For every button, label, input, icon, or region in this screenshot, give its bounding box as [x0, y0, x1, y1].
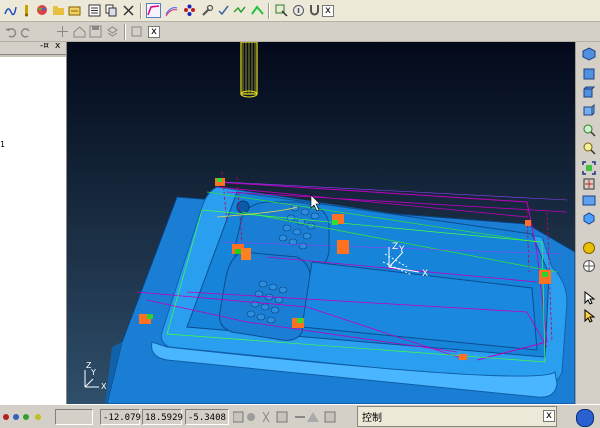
green-path-icon[interactable] — [232, 3, 247, 18]
list-icon[interactable] — [87, 3, 102, 18]
layers-icon[interactable] — [105, 24, 120, 39]
main-toolbar: x — [0, 0, 600, 22]
left-panel-header: -¤ x — [0, 41, 66, 55]
delete-icon[interactable] — [121, 3, 136, 18]
status-grip-icon — [2, 411, 52, 426]
view-iso-icon[interactable] — [580, 46, 597, 62]
magnet-icon[interactable] — [307, 3, 322, 18]
coord-y-field: 18.5929 — [142, 409, 183, 425]
wrench-icon[interactable] — [200, 3, 215, 18]
control-panel: 控制 x — [357, 406, 557, 427]
undo-icon[interactable] — [3, 24, 18, 39]
status-icons — [232, 410, 353, 427]
toolbar2-close-button[interactable]: x — [148, 26, 160, 38]
left-panel-border — [0, 55, 66, 57]
curve-icon[interactable] — [146, 3, 161, 18]
zoom-select-icon[interactable] — [274, 3, 289, 18]
save-icon[interactable] — [88, 24, 103, 39]
control-panel-title: 控制 — [362, 413, 382, 424]
coord-z-field: -5.3408 — [185, 409, 229, 425]
coord-x-field: -12.079 — [100, 409, 141, 425]
fit-icon[interactable] — [580, 160, 597, 176]
zoom-box-icon[interactable] — [580, 176, 597, 192]
status-field-blank — [55, 409, 93, 425]
view-toolbar — [575, 42, 600, 404]
copy-icon[interactable] — [104, 3, 119, 18]
select-arrow-icon[interactable] — [580, 290, 597, 306]
workplane-z-label: Z — [392, 242, 398, 252]
axis-y-label: Y — [90, 368, 96, 377]
points-icon[interactable] — [182, 3, 197, 18]
paint-icon[interactable] — [35, 3, 50, 18]
box-icon[interactable] — [129, 24, 144, 39]
tool-icon[interactable] — [19, 3, 34, 18]
control-panel-close-button[interactable]: x — [543, 410, 555, 422]
pan-icon[interactable] — [55, 24, 70, 39]
view-side-icon[interactable] — [580, 102, 597, 118]
3d-viewport[interactable]: Z Y X Z Y X — [67, 42, 575, 404]
left-panel-close-button[interactable]: x — [55, 41, 60, 51]
workplane-y-label: Y — [398, 245, 405, 255]
folder-icon[interactable] — [51, 3, 66, 18]
sphere-status-icon[interactable] — [576, 409, 594, 427]
material-icon[interactable] — [580, 240, 597, 256]
toolpath-icon[interactable] — [3, 3, 18, 18]
toolbar1-close-button[interactable]: x — [322, 5, 334, 17]
secondary-toolbar: x — [0, 22, 600, 42]
zoom-out-icon[interactable] — [580, 140, 597, 156]
info-icon[interactable] — [291, 3, 306, 18]
check-icon[interactable] — [216, 3, 231, 18]
open-icon[interactable] — [67, 3, 82, 18]
green-path-icon-2[interactable] — [250, 3, 265, 18]
tree-marker: 1 — [0, 140, 6, 149]
axis-x-label: X — [101, 382, 107, 391]
view-top-icon[interactable] — [580, 66, 597, 82]
shaded-icon[interactable] — [580, 210, 597, 226]
zoom-in-icon[interactable] — [580, 122, 597, 138]
select-tool-icon[interactable] — [580, 308, 597, 324]
pin-button[interactable]: -¤ — [40, 41, 49, 51]
view-front-icon[interactable] — [580, 84, 597, 100]
home-icon[interactable] — [72, 24, 87, 39]
left-panel: -¤ x 1 — [0, 41, 67, 404]
workplane-x-label: X — [422, 269, 428, 279]
surface-icon[interactable] — [164, 3, 179, 18]
redo-icon[interactable] — [19, 24, 34, 39]
globe-icon[interactable] — [580, 258, 597, 274]
redraw-icon[interactable] — [580, 192, 597, 208]
